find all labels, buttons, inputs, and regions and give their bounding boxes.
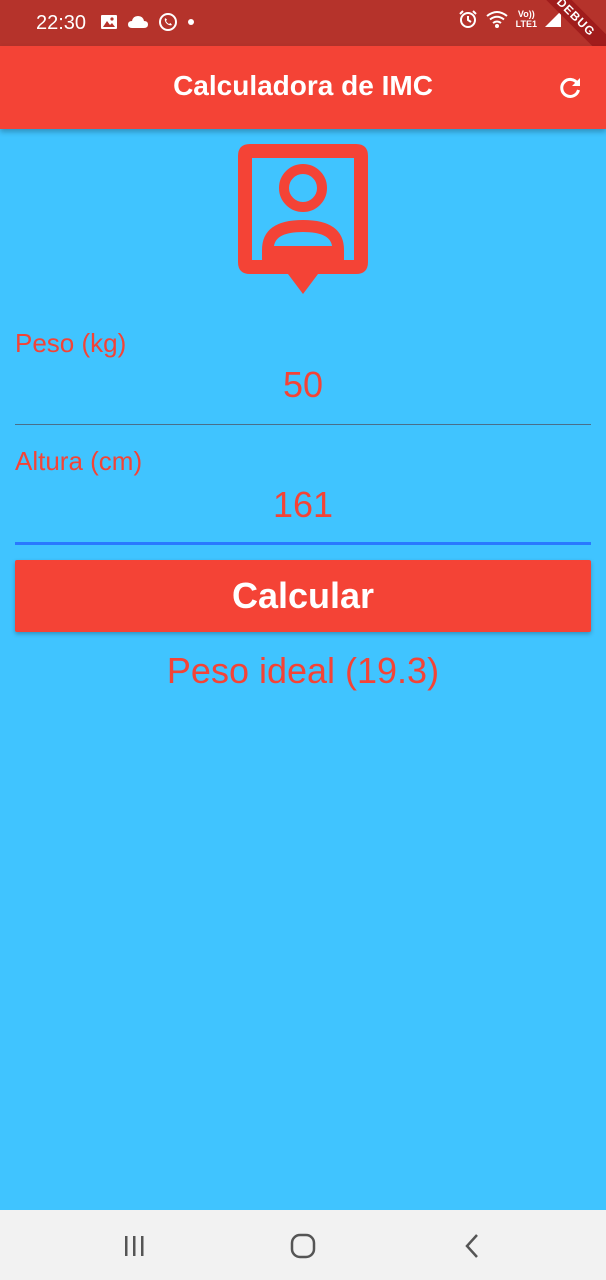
dot-icon bbox=[188, 19, 194, 25]
height-label: Altura (cm) bbox=[15, 446, 143, 476]
status-left-icons bbox=[100, 12, 195, 32]
volte-label-bottom: LTE1 bbox=[515, 19, 537, 29]
wifi-icon bbox=[486, 11, 508, 28]
back-button[interactable] bbox=[453, 1230, 493, 1262]
home-icon bbox=[290, 1233, 316, 1259]
weight-label: Peso (kg) bbox=[15, 328, 127, 358]
height-underline bbox=[15, 542, 591, 545]
app-bar: Calculadora de IMC bbox=[0, 46, 606, 129]
person-pin-icon bbox=[238, 144, 368, 294]
status-time: 22:30 bbox=[36, 12, 87, 34]
result-text: Peso ideal (19.3) bbox=[166, 650, 440, 691]
status-bar: 22:30 Vo)) LTE1 DEBUG bbox=[0, 0, 606, 66]
status-right-icons: Vo)) LTE1 bbox=[458, 9, 562, 29]
whatsapp-icon bbox=[159, 13, 177, 31]
home-button[interactable] bbox=[283, 1230, 323, 1262]
nav-bar bbox=[0, 1210, 606, 1280]
height-input[interactable]: 161 bbox=[15, 484, 591, 526]
cloud-icon bbox=[128, 16, 148, 28]
image-icon bbox=[101, 15, 117, 29]
app-title: Calculadora de IMC bbox=[173, 70, 433, 101]
calculate-button[interactable]: Calcular bbox=[15, 560, 591, 632]
volte-indicator: Vo)) LTE1 bbox=[516, 9, 537, 29]
refresh-icon bbox=[560, 77, 580, 98]
weight-underline bbox=[15, 424, 591, 425]
alarm-icon bbox=[458, 10, 477, 28]
weight-input[interactable]: 50 bbox=[15, 364, 591, 406]
back-icon bbox=[465, 1234, 478, 1258]
recent-apps-icon bbox=[125, 1236, 144, 1256]
refresh-button[interactable] bbox=[554, 72, 586, 104]
recent-apps-button[interactable] bbox=[114, 1230, 154, 1262]
volte-label-top: Vo)) bbox=[517, 9, 535, 19]
